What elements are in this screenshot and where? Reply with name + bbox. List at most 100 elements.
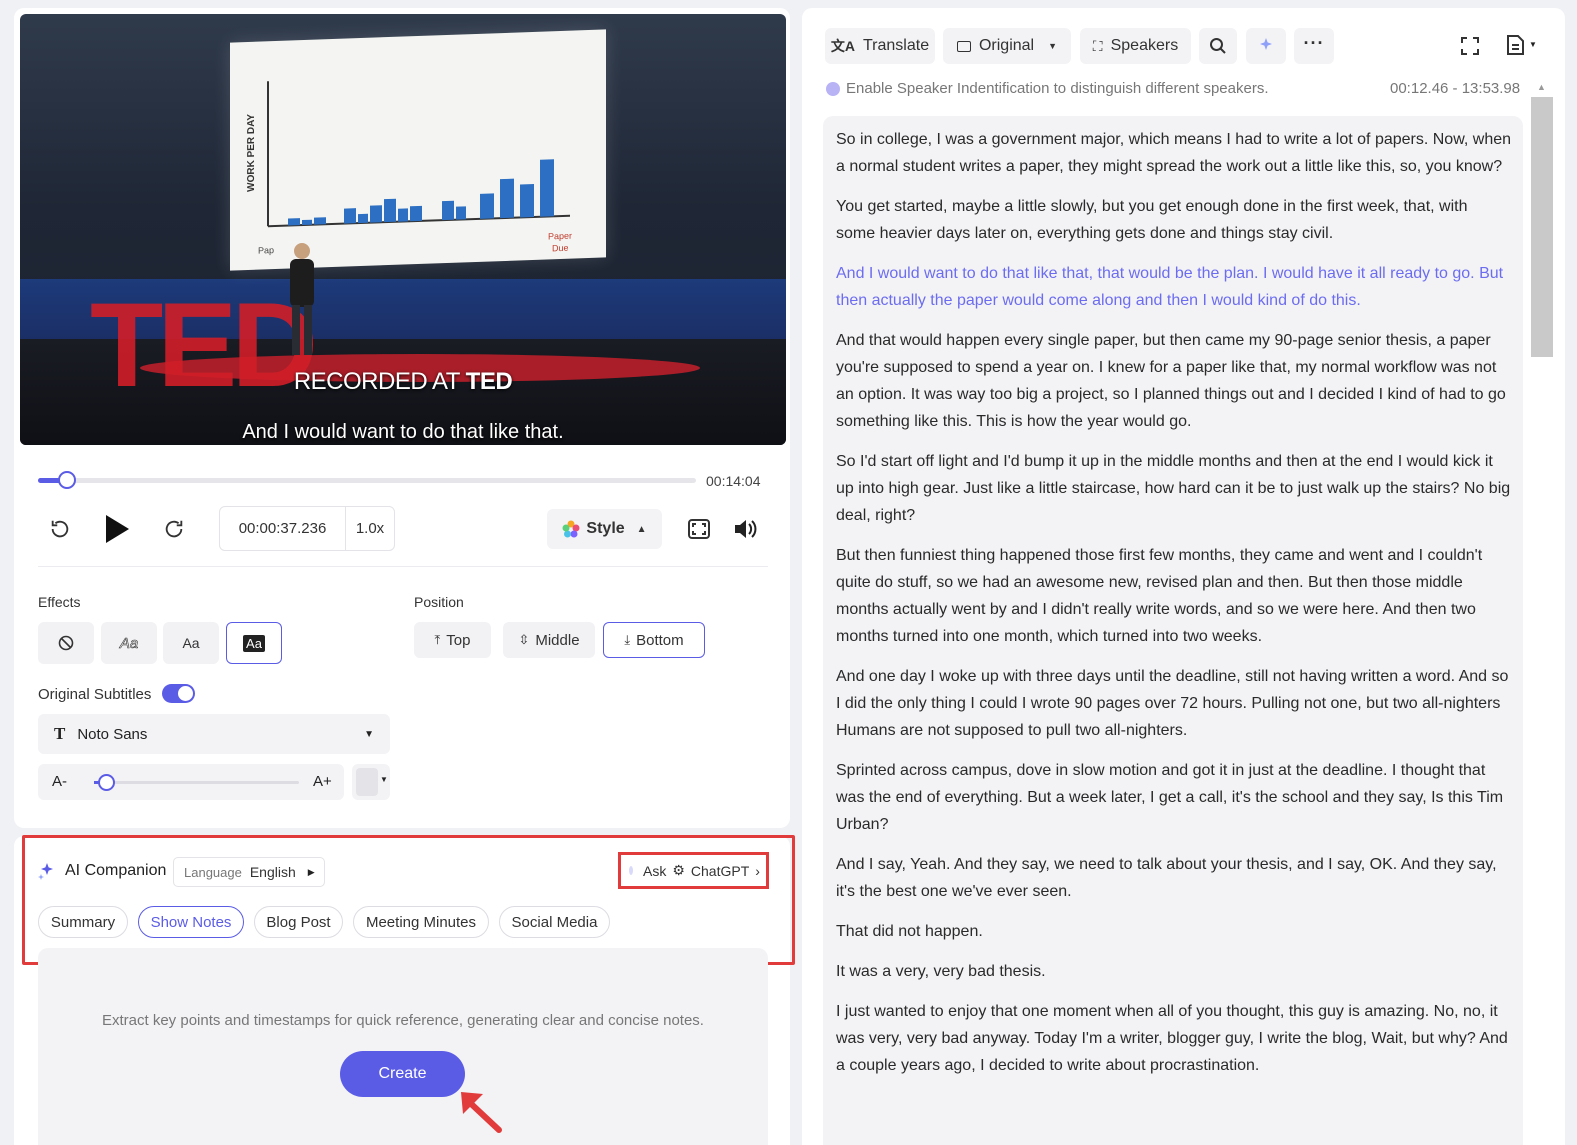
font-size-slider[interactable]: [94, 774, 299, 791]
pointer-arrow-annotation: [455, 1088, 505, 1134]
fullscreen-icon[interactable]: [687, 517, 711, 541]
scroll-up-icon[interactable]: ▲: [1537, 82, 1546, 92]
style-button[interactable]: Style ▲: [547, 509, 662, 549]
position-bottom-button[interactable]: ⤓ Bottom: [603, 622, 705, 658]
bulb-icon: [826, 81, 840, 96]
video-duration: 00:14:04: [706, 473, 761, 489]
tab-show-notes[interactable]: Show Notes: [138, 906, 244, 938]
caret-down-icon: ▼: [364, 728, 374, 740]
playback-speed[interactable]: 1.0x: [346, 507, 394, 550]
search-icon: [1210, 38, 1226, 54]
create-button[interactable]: Create: [340, 1051, 465, 1097]
tab-social-media[interactable]: Social Media: [499, 906, 610, 938]
play-icon[interactable]: [102, 512, 132, 546]
svg-text:WORK PER DAY: WORK PER DAY: [246, 113, 257, 192]
transcript-paragraph[interactable]: And I would want to do that like that, t…: [836, 260, 1511, 314]
more-button[interactable]: ···: [1294, 28, 1334, 64]
transcript-paragraph[interactable]: Sprinted across campus, dove in slow mot…: [836, 757, 1511, 838]
notes-description: Extract key points and timestamps for qu…: [102, 1012, 704, 1029]
caret-up-icon: ▲: [636, 523, 647, 535]
transcript-time-range: 00:12.46 - 13:53.98: [1390, 80, 1521, 97]
position-top-button[interactable]: ⤒ Top: [414, 622, 491, 658]
svg-text:Pap: Pap: [258, 245, 274, 256]
effects-label: Effects: [38, 594, 81, 610]
caret-down-icon: ▼: [380, 775, 388, 784]
sparkle-icon: [38, 862, 56, 880]
position-middle-button[interactable]: ⇳ Middle: [503, 622, 595, 658]
rewind-icon[interactable]: [48, 517, 72, 541]
export-menu[interactable]: ▼: [1505, 34, 1541, 56]
svg-text:Paper: Paper: [548, 231, 572, 242]
font-size-control: A- A+: [38, 764, 344, 800]
arrows-center-icon: ⇳: [518, 632, 530, 647]
playback-progress-bar[interactable]: [38, 471, 696, 489]
ai-magic-button[interactable]: [1246, 28, 1286, 64]
transcript-paragraph[interactable]: You get started, maybe a little slowly, …: [836, 193, 1511, 247]
size-decrease-label[interactable]: A-: [52, 773, 67, 790]
more-dots-icon: ···: [1303, 32, 1325, 53]
subtitle-color-select[interactable]: ▼: [352, 764, 390, 800]
time-display: 00:00:37.236 1.0x: [219, 506, 395, 551]
caret-down-icon: ▼: [1529, 40, 1537, 49]
sparkle-icon: [1260, 38, 1272, 50]
palette-icon: [562, 520, 580, 538]
effect-plain-button[interactable]: Aa: [163, 622, 219, 664]
font-size-handle[interactable]: [98, 774, 116, 791]
original-subtitles-label: Original Subtitles: [38, 686, 152, 703]
position-label: Position: [414, 594, 464, 610]
font-select[interactable]: T Noto Sans ▼: [38, 714, 390, 754]
radio-dot-icon: [629, 866, 633, 875]
ai-companion-title: AI Companion: [65, 862, 167, 879]
video-projection-screen: WORK PER DAY Pap Paper Due: [230, 29, 606, 271]
search-button[interactable]: [1199, 28, 1237, 64]
transcript-paragraph[interactable]: And that would happen every single paper…: [836, 327, 1511, 435]
transcript-paragraph[interactable]: It was a very, very bad thesis.: [836, 958, 1511, 985]
transcript-paragraph[interactable]: I just wanted to enjoy that one moment w…: [836, 998, 1511, 1079]
original-dropdown[interactable]: Original ▼: [943, 28, 1071, 64]
subtitle-icon: [956, 40, 971, 52]
expand-icon[interactable]: [1460, 36, 1480, 56]
translate-icon: 文A: [830, 38, 855, 54]
effect-background-button[interactable]: Aa: [226, 622, 282, 664]
video-player[interactable]: TED WORK PER DAY Pap Paper Due RECORDED …: [20, 14, 786, 445]
effect-outline-button[interactable]: Aa: [101, 622, 157, 664]
original-subtitles-toggle[interactable]: [162, 684, 195, 703]
transcript-paragraph[interactable]: That did not happen.: [836, 918, 1511, 945]
chevron-right-icon: ›: [755, 862, 760, 879]
speakers-icon: ⛶: [1092, 37, 1103, 54]
volume-icon[interactable]: [732, 517, 758, 541]
speaker-figure: [290, 243, 314, 355]
tab-blog-post[interactable]: Blog Post: [254, 906, 343, 938]
transcript-list[interactable]: So in college, I was a government major,…: [823, 116, 1523, 1145]
caret-right-icon: ▶: [307, 866, 315, 877]
notes-content-area: [38, 948, 768, 1145]
ted-watermark: RECORDED AT TED: [293, 368, 513, 395]
tab-summary[interactable]: Summary: [38, 906, 128, 938]
speakers-button[interactable]: ⛶ Speakers: [1080, 28, 1191, 64]
effect-none-button[interactable]: [38, 622, 94, 664]
video-subtitle: And I would want to do that like that.: [242, 421, 564, 443]
tab-meeting-minutes[interactable]: Meeting Minutes: [353, 906, 489, 938]
svg-text:Due: Due: [552, 243, 569, 254]
size-increase-label[interactable]: A+: [313, 773, 332, 790]
transcript-paragraph[interactable]: So I'd start off light and I'd bump it u…: [836, 448, 1511, 529]
translate-button[interactable]: 文A Translate: [825, 28, 935, 64]
forward-icon[interactable]: [162, 517, 186, 541]
chatgpt-icon: ⚙: [672, 862, 685, 878]
caret-down-icon: ▼: [1048, 41, 1058, 51]
playback-progress-handle[interactable]: [57, 471, 76, 489]
transcript-paragraph[interactable]: And one day I woke up with three days un…: [836, 663, 1511, 744]
arrow-up-bar-icon: ⤒: [434, 632, 441, 647]
ask-chatgpt-button[interactable]: Ask ⚙ ChatGPT ›: [618, 852, 769, 889]
speaker-hint: Enable Speaker Indentification to distin…: [826, 80, 1269, 97]
text-icon: T: [54, 724, 66, 743]
transcript-paragraph[interactable]: So in college, I was a government major,…: [836, 126, 1511, 180]
current-time[interactable]: 00:00:37.236: [220, 507, 346, 550]
color-swatch: [356, 768, 378, 796]
arrow-down-bar-icon: ⤓: [624, 632, 631, 647]
transcript-paragraph[interactable]: And I say, Yeah. And they say, we need t…: [836, 851, 1511, 905]
transcript-scroll-thumb[interactable]: [1531, 97, 1553, 357]
language-select[interactable]: Language English ▶: [173, 857, 325, 887]
no-effect-icon: [58, 635, 74, 651]
transcript-paragraph[interactable]: But then funniest thing happened those f…: [836, 542, 1511, 650]
